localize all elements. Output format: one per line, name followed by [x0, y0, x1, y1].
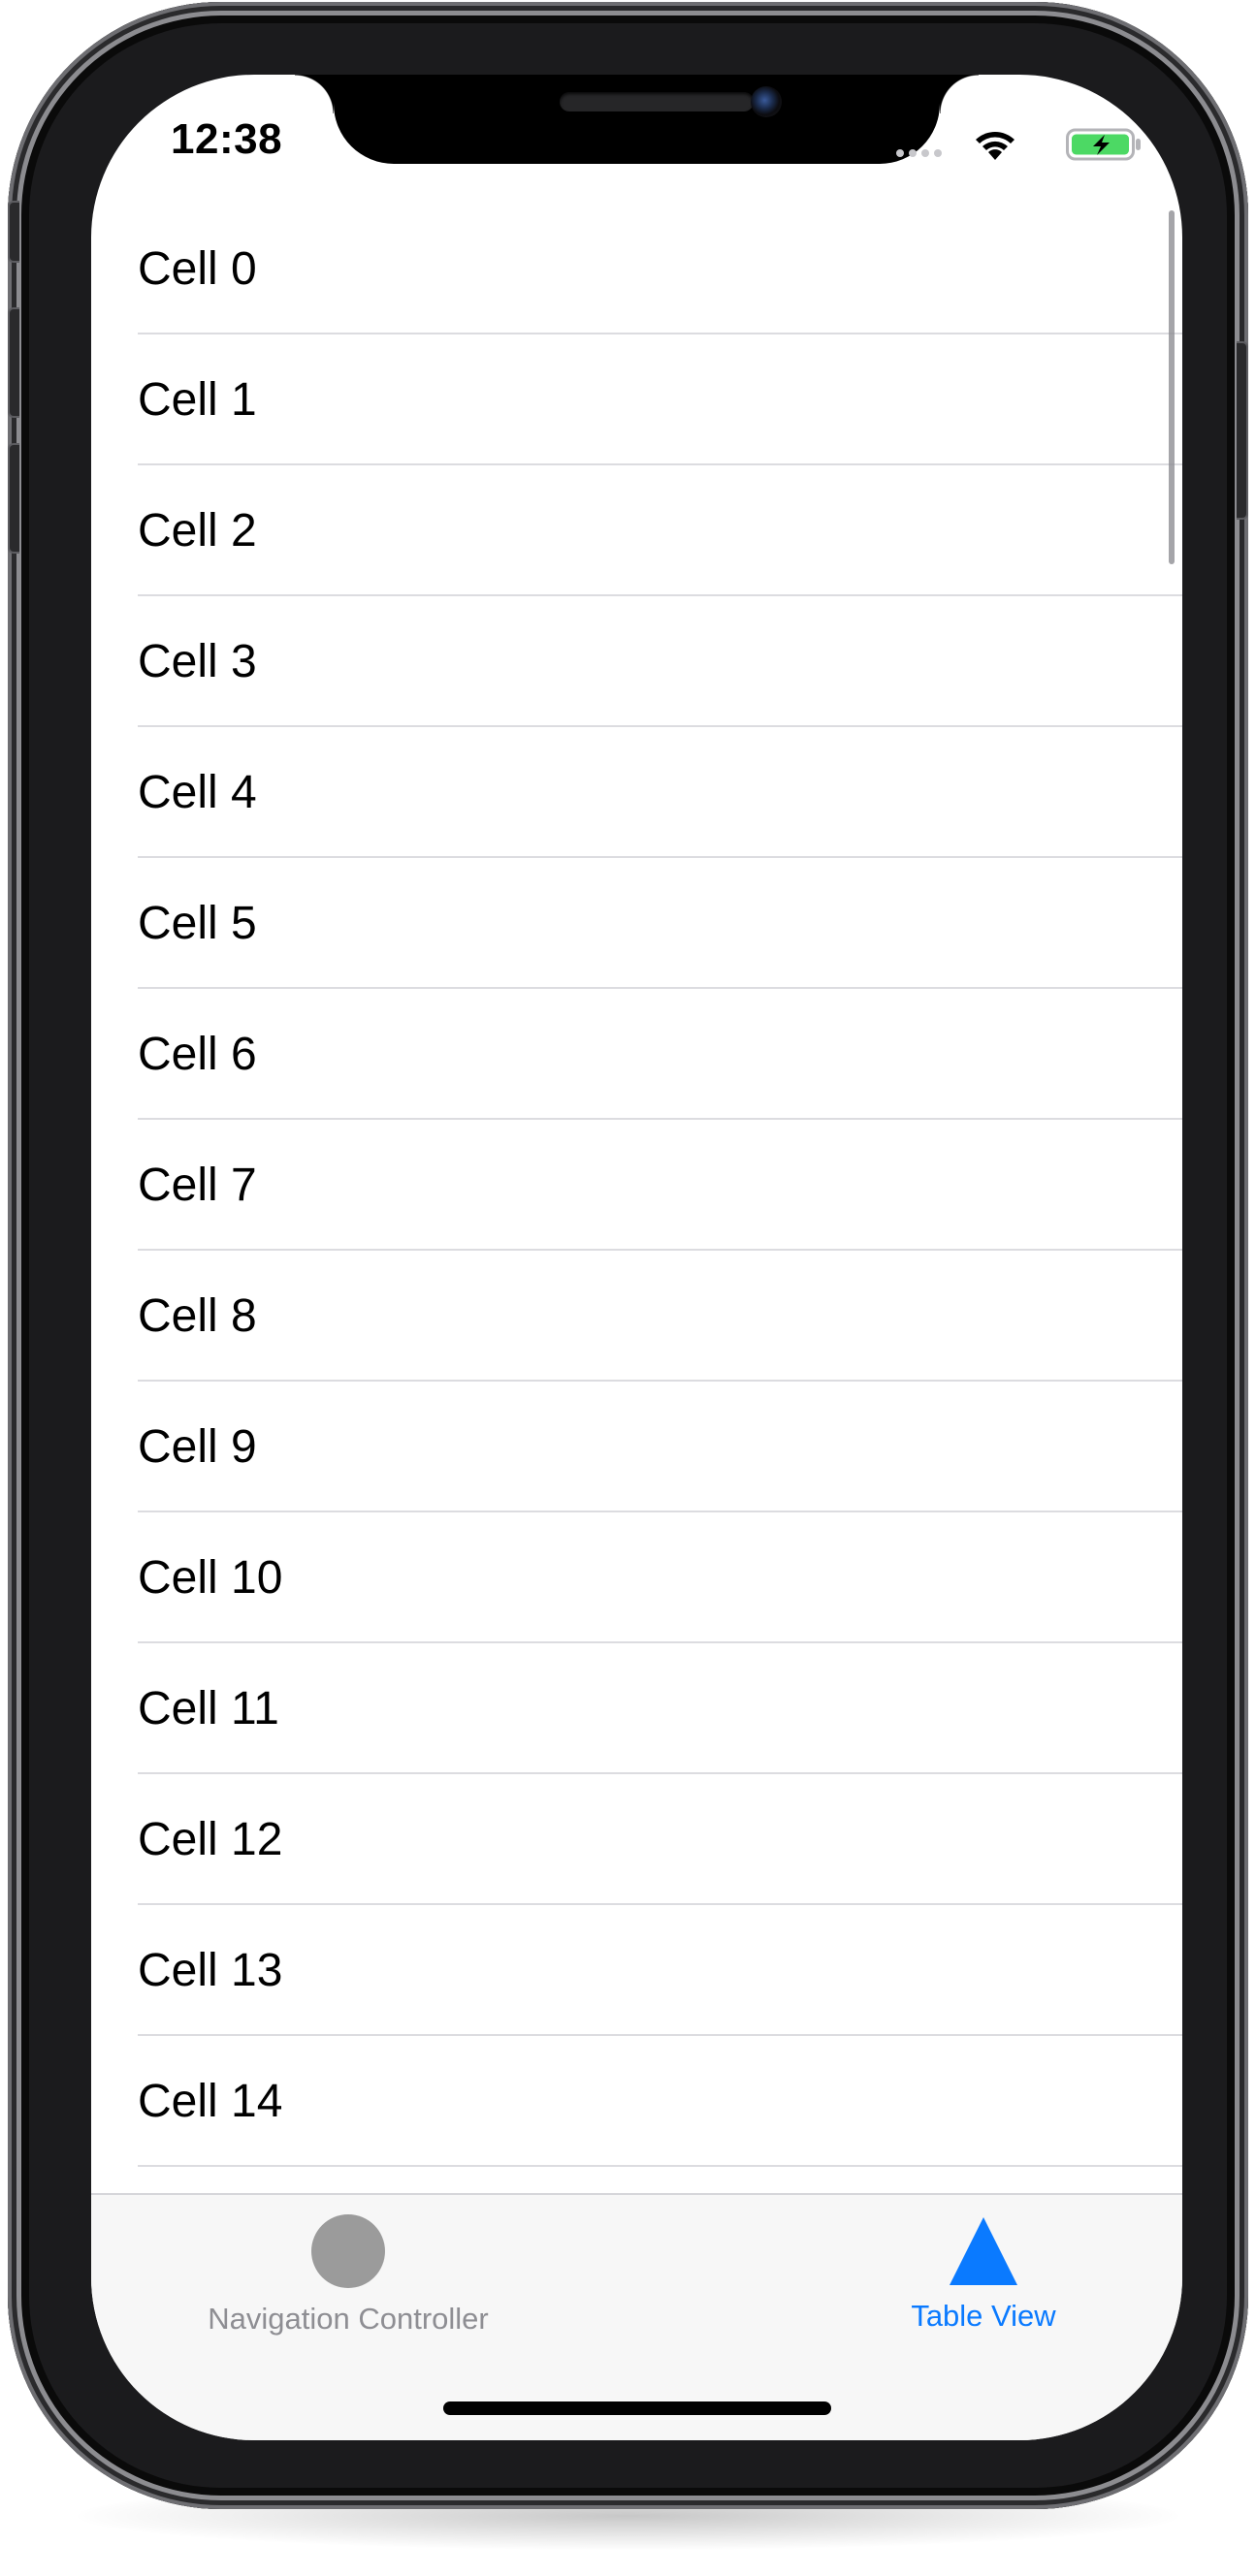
cell-label: Cell 12 — [138, 1814, 283, 1865]
table-row[interactable]: Cell 12 — [91, 1774, 1182, 1905]
front-camera — [751, 86, 782, 117]
table-row[interactable]: Cell 1 — [91, 334, 1182, 465]
table-row[interactable]: Cell 7 — [91, 1120, 1182, 1251]
speaker-grille — [560, 92, 754, 111]
table-row[interactable]: Cell 3 — [91, 596, 1182, 727]
cell-label: Cell 1 — [138, 374, 257, 426]
status-time: 12:38 — [171, 115, 283, 163]
table-row[interactable]: Cell 5 — [91, 858, 1182, 989]
cell-label: Cell 14 — [138, 2076, 283, 2127]
cell-label: Cell 2 — [138, 505, 257, 557]
home-indicator[interactable] — [443, 2401, 831, 2415]
scroll-indicator[interactable] — [1169, 210, 1175, 564]
cell-label: Cell 9 — [138, 1421, 257, 1473]
table-row[interactable]: Cell 2 — [91, 465, 1182, 596]
row-separator — [138, 2165, 1182, 2167]
signal-strength-icon — [896, 144, 954, 157]
volume-up-button — [8, 307, 19, 418]
table-row[interactable]: Cell 4 — [91, 727, 1182, 858]
tab-label: Navigation Controller — [208, 2302, 489, 2336]
tab-navigation-controller[interactable]: Navigation Controller — [188, 2195, 508, 2340]
cell-label: Cell 13 — [138, 1945, 283, 1996]
table-row[interactable]: Cell 10 — [91, 1512, 1182, 1643]
circle-icon — [311, 2214, 385, 2288]
battery-charging-icon — [1066, 128, 1141, 161]
cell-label: Cell 6 — [138, 1029, 257, 1080]
status-indicators — [891, 125, 1143, 162]
table-view[interactable]: Cell 0 Cell 1 Cell 2 Cell 3 Cell 4 Cell 5 Cell… — [91, 204, 1182, 2167]
table-row[interactable]: Cell 11 — [91, 1643, 1182, 1774]
tab-table-view[interactable]: Table View — [828, 2195, 1139, 2340]
table-row[interactable]: Cell 6 — [91, 989, 1182, 1120]
table-row[interactable]: Cell 13 — [91, 1905, 1182, 2036]
table-row[interactable]: Cell 9 — [91, 1382, 1182, 1512]
cell-label: Cell 3 — [138, 636, 257, 687]
cell-label: Cell 10 — [138, 1552, 283, 1604]
triangle-icon — [950, 2217, 1017, 2285]
cell-label: Cell 11 — [138, 1683, 279, 1734]
table-row[interactable]: Cell 14 — [91, 2036, 1182, 2167]
phone-frame: 12:38 Cell 0 Cell 1 Cell 2 Cell 3 Cell 4 Cell… — [8, 2, 1248, 2509]
cell-label: Cell 4 — [138, 767, 257, 818]
cell-label: Cell 7 — [138, 1160, 257, 1211]
table-row[interactable]: Cell 0 — [91, 204, 1182, 334]
mute-switch — [8, 201, 19, 263]
cell-label: Cell 0 — [138, 243, 257, 295]
screen: 12:38 Cell 0 Cell 1 Cell 2 Cell 3 Cell 4 Cell… — [91, 75, 1182, 2440]
cell-label: Cell 8 — [138, 1290, 257, 1342]
notch — [295, 75, 979, 164]
side-button — [1237, 341, 1248, 520]
wifi-icon — [976, 132, 1014, 160]
volume-down-button — [8, 443, 19, 554]
table-row[interactable]: Cell 8 — [91, 1251, 1182, 1382]
cell-label: Cell 5 — [138, 898, 257, 949]
tab-label: Table View — [911, 2299, 1056, 2333]
